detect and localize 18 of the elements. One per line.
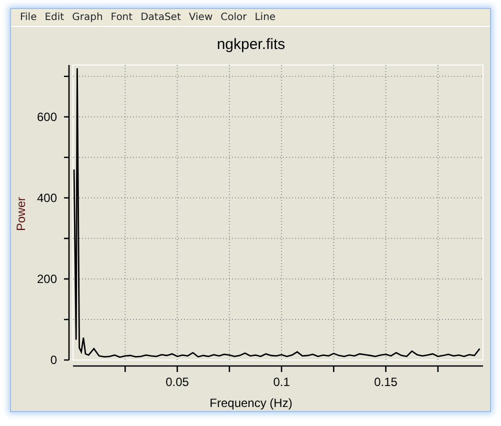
tick-label: 0.1 [273,375,290,389]
axis-title: Power [14,197,28,231]
menu-item[interactable]: Color [216,9,251,26]
menu-item[interactable]: View [184,9,217,26]
chart-title: ngkper.fits [216,36,286,53]
tick-label: 200 [36,272,57,286]
axis-title: Frequency (Hz) [210,396,292,410]
menu-item[interactable]: Graph [68,9,107,26]
tick-label: 600 [36,110,57,124]
tick-label: 400 [36,190,57,205]
tick-label: 0.15 [374,375,398,389]
menu-item[interactable]: Font [106,9,137,26]
menu-item[interactable]: DataSet [136,9,185,26]
menu-item[interactable]: File [16,9,41,26]
tick-label: 0.05 [166,375,189,389]
tick-label: 0 [50,353,57,367]
menu-item[interactable]: Line [250,9,280,26]
menu-item[interactable]: Edit [40,9,68,26]
